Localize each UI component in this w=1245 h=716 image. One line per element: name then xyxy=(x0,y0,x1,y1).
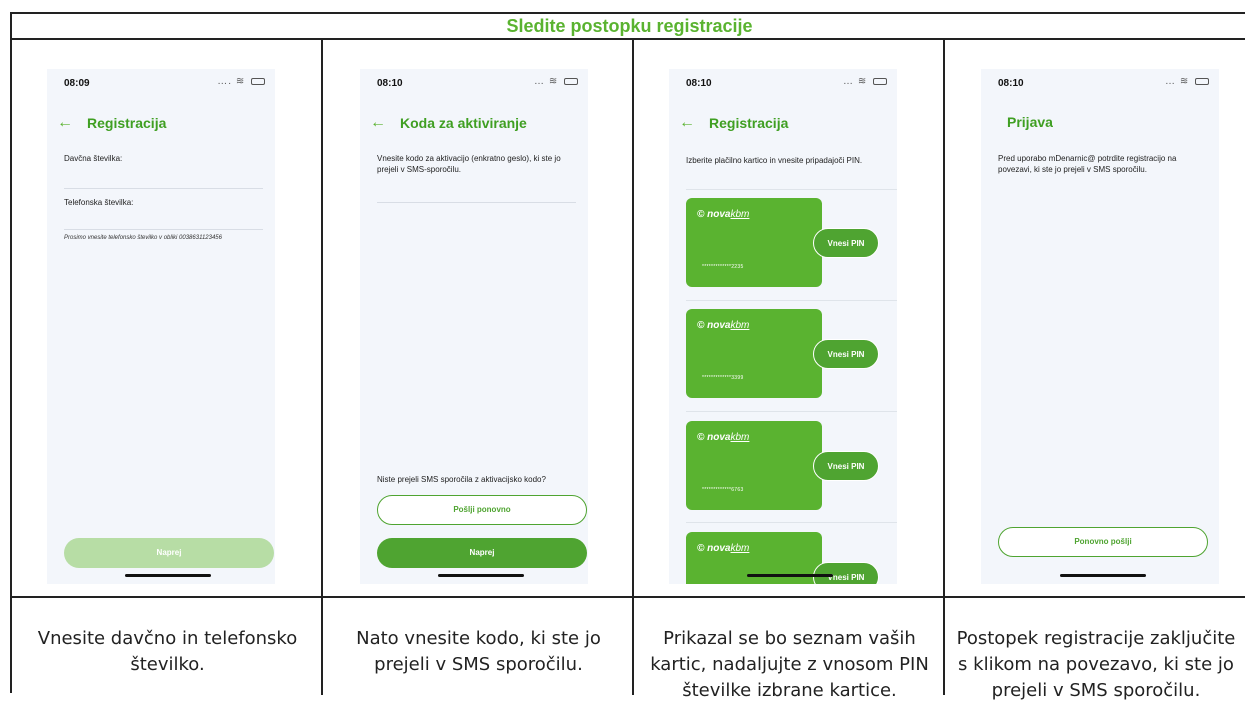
signal-icon: … xyxy=(843,76,855,87)
status-icons: …. ≋ xyxy=(217,76,265,87)
status-icons: … ≋ xyxy=(843,76,887,87)
card-brand-icon: © xyxy=(697,320,705,331)
activation-code-input[interactable] xyxy=(377,202,576,203)
logo-nova: nova xyxy=(707,543,731,554)
back-arrow-icon[interactable]: ← xyxy=(679,114,695,132)
status-time: 08:10 xyxy=(377,78,403,89)
tax-number-label: Davčna številka: xyxy=(64,154,123,163)
home-indicator xyxy=(438,574,524,577)
divider xyxy=(686,189,897,190)
phone-screen-step-4: 08:10 … ≋ Prijava Pred uporabo mDenarnic… xyxy=(981,69,1219,584)
screen-header: Prijava xyxy=(1007,114,1053,130)
wifi-icon: ≋ xyxy=(548,76,559,87)
logo-nova: nova xyxy=(707,209,731,220)
screen-header: ← Registracija xyxy=(679,114,788,132)
bank-logo: © novakbm xyxy=(697,320,749,331)
screen-title: Prijava xyxy=(1007,114,1053,130)
battery-icon xyxy=(564,77,578,85)
confirm-instruction: Pred uporabo mDenarnic@ potrdite registr… xyxy=(998,154,1177,174)
logo-kbm: kbm xyxy=(730,543,750,554)
next-button[interactable]: Naprej xyxy=(64,538,274,568)
back-arrow-icon[interactable]: ← xyxy=(57,114,73,132)
battery-icon xyxy=(251,77,265,85)
bank-logo: © novakbm xyxy=(697,543,749,554)
tax-number-input[interactable] xyxy=(64,188,263,189)
screen-title: Koda za aktiviranje xyxy=(400,115,527,131)
logo-kbm: kbm xyxy=(730,320,750,331)
signal-icon: …. xyxy=(217,76,233,87)
next-button[interactable]: Naprej xyxy=(377,538,587,568)
status-icons: … ≋ xyxy=(1165,76,1209,87)
status-icons: … ≋ xyxy=(534,76,578,87)
logo-nova: nova xyxy=(707,320,731,331)
resend-button[interactable]: Ponovno pošlji xyxy=(998,527,1208,557)
battery-icon xyxy=(1195,77,1209,85)
card-brand-icon: © xyxy=(697,543,705,554)
step-4-caption: Postopek registracije zaključite s kliko… xyxy=(956,628,1236,701)
screen-title: Registracija xyxy=(87,115,167,131)
phone-screen-step-2: 08:10 … ≋ ← Koda za aktiviranje Vnesite … xyxy=(360,69,588,584)
status-time: 08:10 xyxy=(686,78,712,89)
resend-button[interactable]: Pošlji ponovno xyxy=(377,495,587,525)
phone-number-label: Telefonska številka: xyxy=(64,198,134,207)
activation-instruction: Vnesite kodo za aktivacijo (enkratno ges… xyxy=(377,154,561,174)
logo-kbm: kbm xyxy=(730,209,750,220)
signal-icon: … xyxy=(534,76,546,87)
table-header: Sledite postopku registracije xyxy=(12,14,1245,40)
back-arrow-icon[interactable]: ← xyxy=(370,114,386,132)
enter-pin-button[interactable]: Vnesi PIN xyxy=(813,339,879,369)
divider xyxy=(686,300,897,301)
enter-pin-button[interactable]: Vnesi PIN xyxy=(813,228,879,258)
home-indicator xyxy=(1060,574,1146,577)
phone-screen-step-1: 08:09 …. ≋ ← Registracija Davčna številk… xyxy=(47,69,275,584)
payment-card[interactable]: © novakbm *************2235 xyxy=(686,198,822,287)
card-brand-icon: © xyxy=(697,209,705,220)
card-brand-icon: © xyxy=(697,432,705,443)
home-indicator xyxy=(125,574,211,577)
status-time: 08:09 xyxy=(64,78,90,89)
registration-steps-table: Sledite postopku registracije 08:09 …. ≋… xyxy=(10,12,1245,701)
divider xyxy=(686,411,897,412)
screen-header: ← Koda za aktiviranje xyxy=(370,114,527,132)
divider xyxy=(686,522,897,523)
bank-logo: © novakbm xyxy=(697,209,749,220)
card-number: *************2235 xyxy=(702,264,744,270)
status-time: 08:10 xyxy=(998,78,1024,89)
step-1-caption: Vnesite davčno in telefonsko številko. xyxy=(37,628,298,675)
enter-pin-button[interactable]: Vnesi PIN xyxy=(813,562,879,584)
enter-pin-button[interactable]: Vnesi PIN xyxy=(813,451,879,481)
caption-divider xyxy=(12,596,1245,598)
phone-screen-step-3: 08:10 … ≋ ← Registracija Izberite plačil… xyxy=(669,69,897,584)
step-3-caption: Prikazal se bo seznam vaših kartic, nada… xyxy=(650,628,929,701)
step-2-caption: Nato vnesite kodo, ki ste jo prejeli v S… xyxy=(356,628,601,675)
home-indicator xyxy=(747,574,833,577)
no-sms-text: Niste prejeli SMS sporočila z aktivacijs… xyxy=(377,475,546,484)
card-number: *************6763 xyxy=(702,487,744,493)
payment-card[interactable]: © novakbm *************6763 xyxy=(686,421,822,510)
screen-header: ← Registracija xyxy=(57,114,166,132)
wifi-icon: ≋ xyxy=(857,76,868,87)
card-number: *************3399 xyxy=(702,375,744,381)
payment-card[interactable]: © novakbm *************3399 xyxy=(686,309,822,398)
phone-format-hint: Prosimo vnesite telefonsko številko v ob… xyxy=(64,235,222,241)
card-instruction: Izberite plačilno kartico in vnesite pri… xyxy=(686,156,863,165)
wifi-icon: ≋ xyxy=(235,76,246,87)
wifi-icon: ≋ xyxy=(1179,76,1190,87)
bank-logo: © novakbm xyxy=(697,432,749,443)
logo-nova: nova xyxy=(707,432,731,443)
logo-kbm: kbm xyxy=(730,432,750,443)
phone-number-input[interactable] xyxy=(64,229,263,230)
battery-icon xyxy=(873,77,887,85)
screen-title: Registracija xyxy=(709,115,789,131)
signal-icon: … xyxy=(1165,76,1177,87)
